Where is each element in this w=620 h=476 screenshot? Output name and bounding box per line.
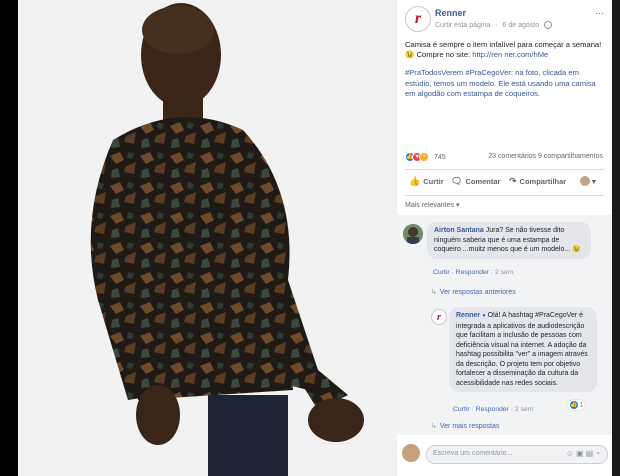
reactions-summary[interactable]: 👍♥ • 745 23 comentários 9 compartilhament… [405, 152, 605, 164]
share-button[interactable]: ↷ Compartilhar [509, 176, 566, 187]
reaction-count[interactable]: 745 [434, 154, 446, 161]
comment-filter[interactable]: Mais relevantes ▾ [405, 201, 459, 209]
post-meta: Curtir esta página · 6 de agosto [435, 21, 555, 29]
comment-button[interactable]: 🗨 Comentar [451, 176, 500, 187]
post-text: Camisa é sempre o item infalível para co… [405, 40, 605, 107]
comments-count[interactable]: 23 comentários [488, 153, 536, 160]
like-button[interactable]: 👍 Curtir [409, 176, 444, 187]
divider [405, 169, 604, 170]
reply-arrow-icon: ↳ [431, 423, 437, 430]
view-more-replies[interactable]: ↳ Ver mais respostas [431, 422, 499, 430]
comment-author[interactable]: Airton Santana [434, 227, 484, 234]
comment-time[interactable]: 2 sem [495, 269, 514, 276]
comment-icon: 🗨 [451, 176, 463, 186]
reply-bubble: Renner ● Olá! A hashtag #PraCegoVer é in… [449, 307, 597, 392]
reply-time[interactable]: 2 sem [515, 406, 534, 413]
post-photo[interactable] [18, 0, 397, 476]
reply-like-link[interactable]: Curtir [453, 406, 470, 413]
avatar [580, 176, 590, 186]
comment-reply-link[interactable]: Responder [456, 269, 489, 276]
current-user-avatar [402, 444, 420, 462]
comment-bubble: Airton Santana Jura? Se não tivesse dito… [427, 222, 591, 259]
post-actions: 👍 Curtir 🗨 Comentar ↷ Compartilhar ▾ [405, 171, 605, 193]
post-header: r Renner Curtir esta página · 6 de agost… [405, 6, 606, 36]
comment-input-placeholder: Escreva um comentário... [433, 450, 513, 457]
renner-logo[interactable]: r [431, 309, 447, 325]
comment-input[interactable]: Escreva um comentário... ☺▣▤◔ [426, 445, 608, 464]
emoji-icon[interactable]: ☺ [566, 449, 576, 458]
chevron-down-icon: ▾ [592, 176, 596, 186]
comment-composer: Escreva um comentário... ☺▣▤◔ [397, 436, 612, 476]
sticker-icon[interactable]: ◔ [595, 449, 602, 458]
follow-page-link[interactable]: Curtir esta página [435, 22, 490, 29]
divider [405, 195, 604, 196]
reply-author[interactable]: Renner [456, 312, 480, 319]
like-reaction-icon: 👍 [569, 400, 579, 410]
comment-actions: Curtir · Responder · 2 sem [433, 269, 514, 276]
commenter-avatar[interactable] [403, 224, 423, 244]
verified-badge-icon: ● [482, 313, 486, 319]
reply-actions: Curtir · Responder · 2 sem [453, 406, 534, 413]
gif-icon[interactable]: ▤ [586, 449, 596, 458]
comments-section: Airton Santana Jura? Se não tivesse dito… [397, 215, 612, 435]
reply-arrow-icon: ↳ [431, 289, 437, 296]
share-icon: ↷ [509, 176, 517, 186]
post-date[interactable]: 6 de agosto [503, 22, 540, 29]
view-previous-replies[interactable]: ↳ Ver respostas anteriores [431, 288, 516, 296]
post-side-panel: r Renner Curtir esta página · 6 de agost… [397, 0, 612, 476]
wow-reaction-icon: • [419, 152, 429, 162]
reply-reply-link[interactable]: Responder [476, 406, 509, 413]
page-name-link[interactable]: Renner [435, 8, 466, 18]
audience-selector[interactable]: ▾ [580, 176, 596, 186]
ellipsis-icon[interactable]: ··· [595, 8, 604, 18]
post-link[interactable]: http://ren ner.com/hMe [472, 50, 548, 59]
globe-icon [544, 21, 553, 29]
post-text-line2[interactable]: #PraTodosVerem #PraCegoVer: na foto, cli… [405, 68, 605, 99]
camera-icon[interactable]: ▣ [576, 449, 586, 458]
reply-text: Olá! A hashtag #PraCegoVer é integrada a… [456, 312, 588, 387]
comment-like-link[interactable]: Curtir [433, 269, 450, 276]
scrollbar[interactable] [612, 0, 620, 476]
thumbs-up-icon: 👍 [409, 176, 421, 186]
reply-reactions[interactable]: 👍 1 [567, 400, 586, 410]
renner-logo[interactable]: r [405, 6, 431, 32]
model-photo-illustration [90, 3, 364, 476]
shares-count[interactable]: 9 compartilhamentos [538, 153, 603, 160]
